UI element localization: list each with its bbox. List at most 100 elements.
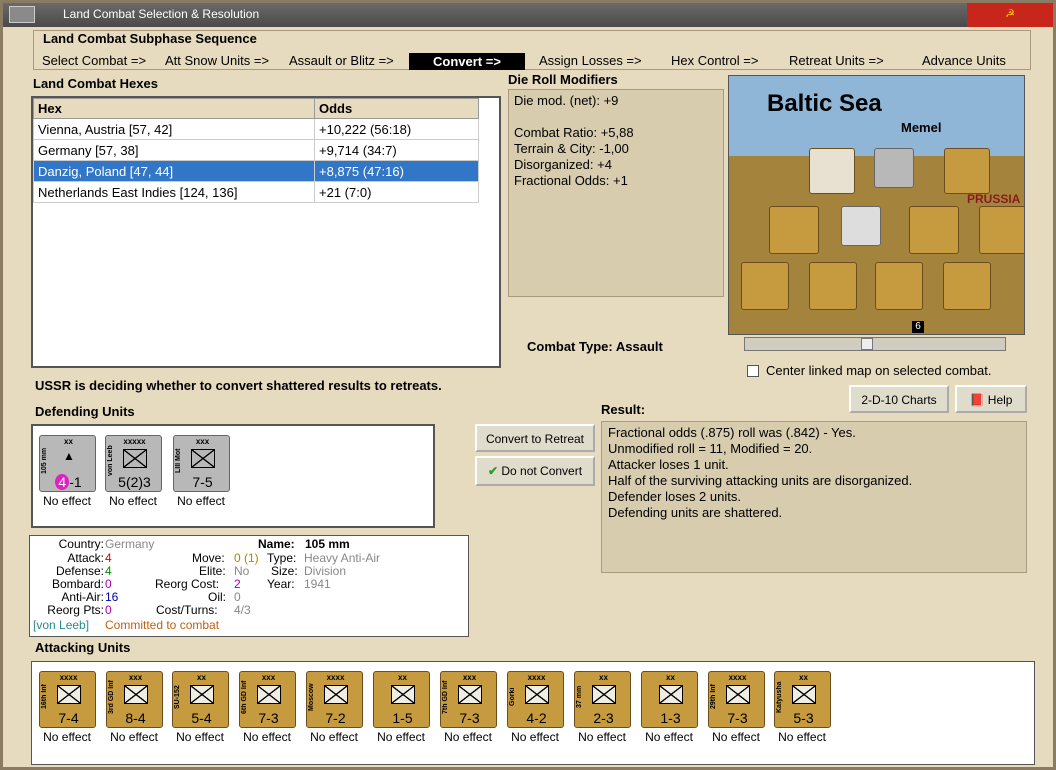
window-menu-icon[interactable] [9, 6, 35, 23]
convert-to-retreat-button[interactable]: Convert to Retreat [475, 424, 595, 452]
defending-title: Defending Units [35, 404, 135, 419]
linked-map[interactable]: Baltic Sea Memel PRUSSIA 6 [728, 75, 1025, 335]
step-advance: Advance Units [922, 53, 1006, 68]
attacking-unit[interactable]: xxx 7th GD Inf 7-3 [440, 671, 497, 728]
hex-table: Hex Odds Vienna, Austria [57, 42] +10,222… [31, 96, 501, 368]
map-counter-selected[interactable] [841, 206, 881, 246]
window-title: Land Combat Selection & Resolution [63, 7, 260, 21]
do-not-convert-button[interactable]: ✔ Do not Convert [475, 456, 595, 486]
attacking-unit[interactable]: xxxx 29th Inf 7-3 [708, 671, 765, 728]
hexes-title: Land Combat Hexes [33, 76, 158, 91]
attacking-unit[interactable]: xxx 3rd GD Inf 8-4 [106, 671, 163, 728]
combat-window: Land Combat Selection & Resolution ☭ Lan… [0, 0, 1056, 770]
table-row[interactable]: Netherlands East Indies [124, 136] +21 (7… [33, 181, 479, 203]
step-retreat: Retreat Units => [789, 53, 884, 68]
result-panel: Fractional odds (.875) roll was (.842) -… [601, 421, 1027, 573]
table-row-selected[interactable]: Danzig, Poland [47, 44] +8,875 (47:16) [33, 160, 479, 182]
step-hex-control: Hex Control => [671, 53, 759, 68]
unit-effect: No effect [511, 730, 559, 744]
unit-effect: No effect [43, 730, 91, 744]
unit-type-icon [659, 685, 683, 704]
map-counter[interactable] [979, 206, 1024, 254]
defending-unit[interactable]: xxx LIII Mot 7-5 [173, 435, 230, 492]
step-att-snow: Att Snow Units => [165, 53, 270, 68]
map-counter[interactable] [909, 206, 959, 254]
attacking-unit[interactable]: xxxx Moscow 7-2 [306, 671, 363, 728]
die-roll-title: Die Roll Modifiers [508, 72, 618, 87]
die-roll-panel: Die mod. (net): +9 Combat Ratio: +5,88 T… [508, 89, 724, 297]
unit-effect: No effect [43, 494, 91, 508]
map-counter[interactable] [875, 262, 923, 310]
map-counter[interactable] [809, 148, 855, 194]
charts-button[interactable]: 2-D-10 Charts [849, 385, 949, 413]
step-select-combat: Select Combat => [42, 53, 147, 68]
table-row[interactable]: Vienna, Austria [57, 42] +10,222 (56:18) [33, 118, 479, 140]
col-hex[interactable]: Hex [33, 98, 315, 119]
city-label: Memel [901, 120, 942, 135]
unit-effect: No effect [444, 730, 492, 744]
map-counter[interactable] [874, 148, 914, 188]
unit-effect: No effect [176, 730, 224, 744]
map-counter[interactable] [809, 262, 857, 310]
attacking-unit[interactable]: xxxx Gorki 4-2 [507, 671, 564, 728]
attacking-unit[interactable]: xx 1-3 [641, 671, 698, 728]
combat-type: Combat Type: Assault [527, 339, 663, 354]
attacking-unit[interactable]: xx SU-152 5-4 [172, 671, 229, 728]
map-counter[interactable] [943, 262, 991, 310]
unit-type-icon [190, 685, 214, 704]
attacking-unit[interactable]: xx 37 mm 2-3 [574, 671, 631, 728]
map-counter[interactable] [769, 206, 819, 254]
help-button[interactable]: 📕 Help [955, 385, 1027, 413]
title-bar: Land Combat Selection & Resolution ☭ [3, 3, 1053, 27]
step-assign-losses: Assign Losses => [539, 53, 642, 68]
defending-unit[interactable]: xxxxx von Leeb 5(2)3 [105, 435, 162, 492]
unit-effect: No effect [109, 494, 157, 508]
unit-effect: No effect [645, 730, 693, 744]
attacking-unit[interactable]: xxx 6th GD Inf 7-3 [239, 671, 296, 728]
unit-effect: No effect [310, 730, 358, 744]
infantry-icon [123, 449, 147, 468]
check-icon: ✔ [487, 464, 498, 478]
table-row[interactable]: Germany [57, 38] +9,714 (34:7) [33, 139, 479, 161]
result-title: Result: [601, 402, 646, 417]
unit-type-icon [726, 685, 750, 704]
col-odds[interactable]: Odds [314, 98, 479, 119]
unit-type-icon [124, 685, 148, 704]
unit-type-icon [592, 685, 616, 704]
motorized-icon [191, 449, 215, 468]
unit-type-icon [792, 685, 816, 704]
unit-type-icon [525, 685, 549, 704]
unit-type-icon [57, 685, 81, 704]
status-message: USSR is deciding whether to convert shat… [35, 378, 442, 393]
unit-type-icon [391, 685, 415, 704]
unit-type-icon [324, 685, 348, 704]
close-button[interactable]: ☭ [967, 3, 1053, 27]
unit-type-icon [257, 685, 281, 704]
unit-effect: No effect [243, 730, 291, 744]
attacking-unit[interactable]: xxxx 16th Inf 7-4 [39, 671, 96, 728]
book-icon: 📕 [969, 393, 985, 407]
unit-effect: No effect [712, 730, 760, 744]
unit-effect: No effect [377, 730, 425, 744]
unit-effect: No effect [177, 494, 225, 508]
map-counter[interactable] [944, 148, 990, 194]
attacking-unit[interactable]: xx 1-5 [373, 671, 430, 728]
map-counter[interactable] [741, 262, 789, 310]
center-map-checkbox[interactable] [747, 365, 759, 377]
unit-effect: No effect [778, 730, 826, 744]
step-assault-blitz: Assault or Blitz => [289, 53, 394, 68]
attacking-unit[interactable]: xx Katyusha 5-3 [774, 671, 831, 728]
region-label: PRUSSIA [967, 192, 1021, 206]
combat-type-value: Assault [615, 339, 663, 354]
unit-effect: No effect [110, 730, 158, 744]
unit-type-icon [458, 685, 482, 704]
sea-label: Baltic Sea [767, 90, 882, 117]
center-map-label: Center linked map on selected combat. [766, 363, 992, 378]
defending-unit[interactable]: xx 105 mm ▲ 4 -1 [39, 435, 96, 492]
map-scrollbar[interactable] [744, 337, 1006, 351]
step-convert: Convert => [409, 53, 525, 70]
anti-air-icon: ▲ [63, 449, 75, 463]
attacking-title: Attacking Units [35, 640, 131, 655]
unit-info-panel: Country: Germany Attack: 4 Defense: 4 Bo… [29, 535, 469, 637]
map-scroll-thumb[interactable] [861, 338, 873, 350]
